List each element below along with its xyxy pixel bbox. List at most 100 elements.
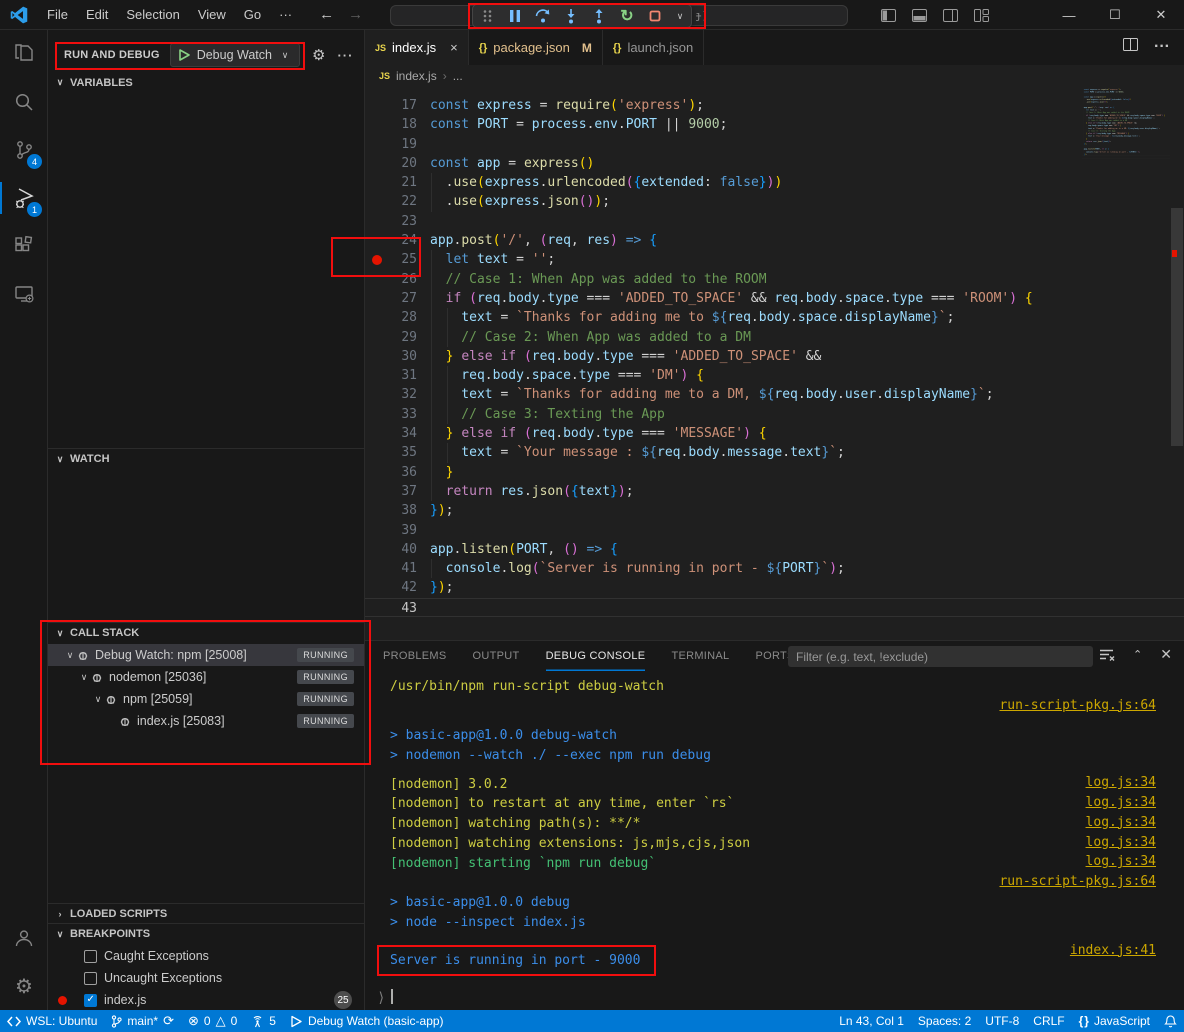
breakpoint-gutter[interactable] <box>365 192 387 211</box>
source-location-link[interactable]: run-script-pkg.js:64 <box>999 874 1156 889</box>
section-loaded-scripts[interactable]: ›LOADED SCRIPTS <box>48 903 364 924</box>
indentation-setting[interactable]: Spaces: 2 <box>911 1010 978 1032</box>
customize-layout-icon[interactable] <box>974 9 989 22</box>
sidebar-item-search[interactable] <box>0 78 48 126</box>
source-location-link[interactable]: log.js:34 <box>1086 835 1156 850</box>
clear-console-icon[interactable] <box>1099 648 1115 662</box>
source-location-link[interactable]: index.js:41 <box>1070 943 1156 958</box>
menu-file[interactable]: File <box>38 4 77 25</box>
close-panel-icon[interactable]: ✕ <box>1160 646 1172 663</box>
problems-status[interactable]: ⊗ 0 △ 0 <box>181 1010 244 1032</box>
git-branch-status[interactable]: main* ⟳ <box>104 1010 181 1032</box>
stop-dropdown-chevron-icon[interactable]: ∨ <box>675 8 685 24</box>
source-location-link[interactable]: run-script-pkg.js:64 <box>999 698 1156 713</box>
panel-tab-problems[interactable]: PROBLEMS <box>383 641 447 671</box>
menu-view[interactable]: View <box>189 4 235 25</box>
breakpoint-gutter[interactable] <box>365 347 387 366</box>
breakpoint-gutter[interactable] <box>365 96 387 115</box>
breakpoint-row[interactable]: Uncaught Exceptions <box>48 967 364 989</box>
toggle-sidebar-icon[interactable] <box>881 9 896 22</box>
call-stack-row[interactable]: ∨nodemon [25036]RUNNING <box>48 666 364 688</box>
toggle-secondary-sidebar-icon[interactable] <box>943 9 958 22</box>
cursor-position[interactable]: Ln 43, Col 1 <box>832 1010 911 1032</box>
tab-close-icon[interactable]: × <box>450 40 458 55</box>
stop-icon[interactable] <box>647 8 663 24</box>
breakpoint-checkbox[interactable] <box>84 972 97 985</box>
breakpoint-gutter[interactable] <box>365 559 387 578</box>
tree-chevron-icon[interactable]: ∨ <box>78 672 90 683</box>
breakpoint-gutter[interactable] <box>365 521 387 540</box>
step-into-icon[interactable] <box>563 8 579 24</box>
menu-selection[interactable]: Selection <box>117 4 188 25</box>
breakpoint-gutter[interactable] <box>365 308 387 327</box>
panel-tab-terminal[interactable]: TERMINAL <box>671 641 729 671</box>
breakpoint-gutter[interactable] <box>365 385 387 404</box>
nav-back-icon[interactable]: ← <box>319 6 334 23</box>
panel-tab-debug-console[interactable]: DEBUG CONSOLE <box>546 641 646 671</box>
tree-chevron-icon[interactable]: ∨ <box>64 650 76 661</box>
breakpoint-gutter[interactable] <box>365 366 387 385</box>
accounts-icon[interactable] <box>0 914 48 962</box>
sidebar-item-explorer[interactable] <box>0 30 48 78</box>
launch-config-dropdown[interactable]: Debug Watch ∨ <box>170 43 300 67</box>
breakpoint-row[interactable]: index.js25 <box>48 989 364 1011</box>
breakpoint-gutter[interactable] <box>365 443 387 462</box>
breakpoint-gutter[interactable] <box>365 405 387 424</box>
breakpoint-checkbox[interactable] <box>84 950 97 963</box>
section-variables[interactable]: ∨VARIABLES <box>48 72 364 93</box>
maximize-panel-chevron-icon[interactable]: ⌃ <box>1133 648 1142 661</box>
breakpoint-gutter[interactable] <box>365 289 387 308</box>
debug-gear-icon[interactable]: ⚙ <box>312 46 325 64</box>
code-editor[interactable]: 17const express = require('express');18c… <box>365 87 1184 640</box>
debug-console-output[interactable]: /usr/bin/npm run-script debug-watchrun-s… <box>365 671 1170 1006</box>
close-button[interactable]: ✕ <box>1138 0 1184 30</box>
minimize-button[interactable]: — <box>1046 0 1092 30</box>
source-location-link[interactable]: log.js:34 <box>1086 775 1156 790</box>
menu-go[interactable]: Go <box>235 4 270 25</box>
breakpoint-gutter[interactable] <box>365 578 387 597</box>
source-location-link[interactable]: log.js:34 <box>1086 795 1156 810</box>
breakpoint-gutter[interactable] <box>365 482 387 501</box>
settings-gear-icon[interactable]: ⚙ <box>0 962 48 1010</box>
language-mode[interactable]: { } JavaScript <box>1072 1010 1157 1032</box>
forwarded-ports-status[interactable]: 5 <box>244 1010 283 1032</box>
tab-launch-json[interactable]: {} launch.json <box>603 30 704 65</box>
sidebar-item-extensions[interactable] <box>0 222 48 270</box>
restart-icon[interactable]: ↻ <box>619 8 635 24</box>
call-stack-row[interactable]: ∨Debug Watch: npm [25008]RUNNING <box>48 644 364 666</box>
sidebar-item-run-and-debug[interactable]: 1 <box>0 174 48 222</box>
breakpoint-row[interactable]: Caught Exceptions <box>48 945 364 967</box>
editor-scrollbar[interactable] <box>1170 87 1184 640</box>
step-out-icon[interactable] <box>591 8 607 24</box>
section-watch[interactable]: ∨WATCH <box>48 448 364 469</box>
call-stack-row[interactable]: ∨npm [25059]RUNNING <box>48 688 364 710</box>
encoding-setting[interactable]: UTF-8 <box>978 1010 1026 1032</box>
nav-forward-icon[interactable]: → <box>348 6 363 23</box>
breakpoint-gutter[interactable] <box>365 501 387 520</box>
breadcrumb[interactable]: JS index.js › ... <box>365 65 1184 87</box>
toggle-panel-icon[interactable] <box>912 9 927 22</box>
breakpoint-checkbox[interactable] <box>84 994 97 1007</box>
breakpoint-gutter[interactable] <box>365 212 387 231</box>
breakpoint-gutter[interactable] <box>365 328 387 347</box>
toolbar-drag-grip-icon[interactable] <box>479 8 495 24</box>
breakpoint-gutter[interactable] <box>365 115 387 134</box>
notifications-bell-icon[interactable] <box>1157 1010 1184 1032</box>
section-call-stack[interactable]: ∨CALL STACK <box>48 622 364 643</box>
menu-edit[interactable]: Edit <box>77 4 117 25</box>
debug-console-filter-input[interactable]: Filter (e.g. text, !exclude) <box>788 646 1093 667</box>
tab-index-js[interactable]: JS index.js × <box>365 30 469 65</box>
breakpoint-gutter[interactable] <box>365 173 387 192</box>
breakpoint-gutter[interactable] <box>365 135 387 154</box>
console-prompt[interactable]: ⟩ <box>377 989 393 1006</box>
breakpoint-gutter[interactable] <box>365 270 387 289</box>
step-over-icon[interactable] <box>535 8 551 24</box>
minimap[interactable]: const express = require('express');const… <box>1082 88 1170 198</box>
debug-views-more-icon[interactable]: ··· <box>337 48 353 63</box>
sidebar-item-source-control[interactable]: 4 <box>0 126 48 174</box>
breakpoint-gutter[interactable] <box>365 463 387 482</box>
section-breakpoints[interactable]: ∨BREAKPOINTS <box>48 923 364 944</box>
call-stack-row[interactable]: index.js [25083]RUNNING <box>48 710 364 732</box>
sidebar-item-remote-explorer[interactable] <box>0 270 48 318</box>
panel-tab-output[interactable]: OUTPUT <box>473 641 520 671</box>
